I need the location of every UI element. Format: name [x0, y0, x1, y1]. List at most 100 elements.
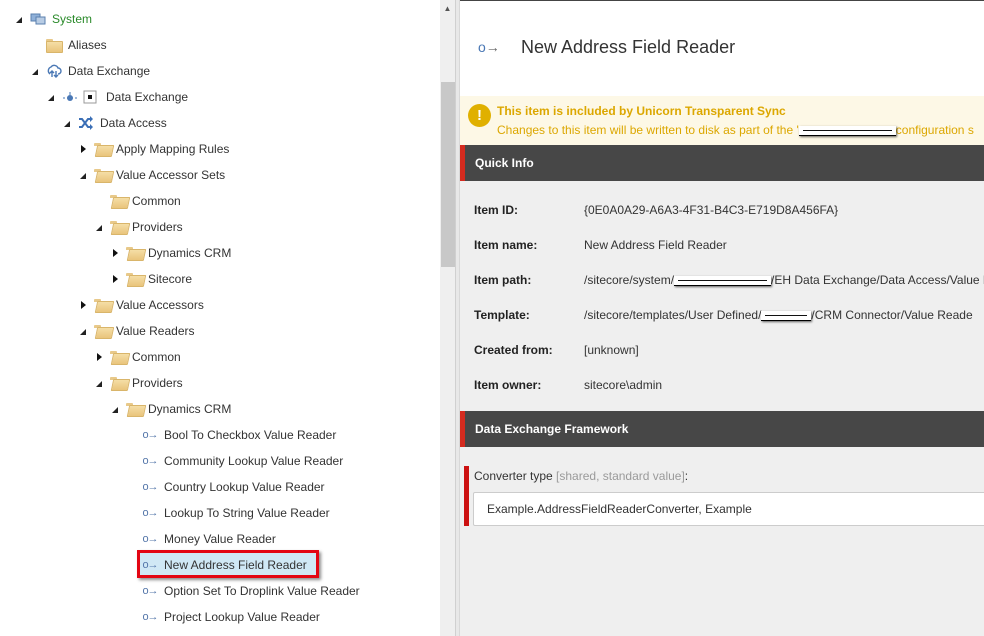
warning-icon: !	[468, 104, 491, 127]
collapse-toggle-icon[interactable]	[94, 222, 104, 232]
collapse-toggle-icon[interactable]	[62, 118, 72, 128]
info-value[interactable]: /sitecore/templates/User Defined//CRM Co…	[584, 308, 973, 322]
unicorn-warning: ! This item is included by Unicorn Trans…	[460, 96, 984, 145]
expand-toggle-icon[interactable]	[78, 144, 88, 154]
tree-node-label[interactable]: Country Lookup Value Reader	[162, 477, 327, 497]
tree-node[interactable]: Providers	[94, 217, 185, 237]
section-title: Quick Info	[475, 156, 534, 170]
tree-node-label[interactable]: Sitecore	[146, 269, 194, 289]
tree-node-label[interactable]: Providers	[130, 373, 185, 393]
expand-toggle-icon[interactable]	[78, 300, 88, 310]
tree-node-label[interactable]: Dynamics CRM	[146, 243, 233, 263]
tree-node[interactable]: o→ Option Set To Droplink Value Reader	[126, 581, 362, 601]
scroll-thumb[interactable]	[441, 82, 455, 267]
tenant-icon	[62, 89, 100, 105]
tree-node[interactable]: Providers	[94, 373, 185, 393]
folder-icon	[110, 193, 126, 209]
tree-node-label[interactable]: Common	[130, 191, 183, 211]
section-title: Data Exchange Framework	[475, 422, 629, 436]
tree-node[interactable]: o→ Bool To Checkbox Value Reader	[126, 425, 338, 445]
tree-node-label[interactable]: Bool To Checkbox Value Reader	[162, 425, 338, 445]
collapse-toggle-icon[interactable]	[78, 170, 88, 180]
tree-node[interactable]: Data Exchange	[46, 87, 190, 107]
tree-node-label[interactable]: Apply Mapping Rules	[114, 139, 231, 159]
tree-node-label[interactable]: System	[50, 9, 94, 29]
tree-node-label[interactable]: Data Exchange	[66, 61, 152, 81]
collapse-toggle-icon[interactable]	[30, 66, 40, 76]
tree-scrollbar[interactable]: ▲	[440, 0, 455, 636]
folder-icon	[110, 375, 126, 391]
tree-node[interactable]: o→ Community Lookup Value Reader	[126, 451, 345, 471]
tree-node[interactable]: System	[14, 9, 94, 29]
tree-node[interactable]: Common	[94, 191, 183, 211]
collapse-toggle-icon[interactable]	[78, 326, 88, 336]
tree-node[interactable]: o→ Lookup To String Value Reader	[126, 503, 332, 523]
tree-node-label[interactable]: Aliases	[66, 35, 109, 55]
folder-icon	[126, 245, 142, 261]
tree-node-label[interactable]: Data Exchange	[104, 87, 190, 107]
folder-icon	[94, 167, 110, 183]
tree-node-label[interactable]: Community Lookup Value Reader	[162, 451, 345, 471]
tree-node-label[interactable]: Common	[130, 347, 183, 367]
info-value: /sitecore/system//EH Data Exchange/Data …	[584, 273, 984, 287]
item-title: New Address Field Reader	[521, 37, 736, 57]
tree-node-label[interactable]: Value Accessor Sets	[114, 165, 227, 185]
field-marker	[464, 466, 469, 526]
tree-node[interactable]: o→ Country Lookup Value Reader	[126, 477, 327, 497]
warning-text: Changes to this item will be written to …	[497, 123, 974, 137]
tree-node[interactable]: o→ Money Value Reader	[126, 529, 278, 549]
tree-node[interactable]: Value Accessors	[78, 295, 206, 315]
value-reader-icon: o→	[142, 455, 158, 467]
dxf-section-header[interactable]: Data Exchange Framework	[460, 411, 984, 447]
tree-node-label[interactable]: Value Accessors	[114, 295, 206, 315]
selection-outline	[137, 550, 319, 578]
info-key: Item path:	[474, 273, 532, 287]
value-reader-icon: o→	[478, 39, 500, 55]
folder-icon	[126, 271, 142, 287]
collapse-toggle-icon[interactable]	[14, 14, 24, 24]
info-key: Item name:	[474, 238, 538, 252]
tree-node-label[interactable]: Data Access	[98, 113, 169, 133]
warning-title: This item is included by Unicorn Transpa…	[497, 104, 786, 118]
converter-type-label: Converter type [shared, standard value]:	[474, 469, 689, 483]
collapse-toggle-icon[interactable]	[46, 92, 56, 102]
collapse-toggle-icon[interactable]	[110, 404, 120, 414]
scroll-up-icon[interactable]: ▲	[440, 0, 455, 16]
tree-node[interactable]: Common	[94, 347, 183, 367]
tree-node-label[interactable]: Project Lookup Value Reader	[162, 607, 322, 627]
folder-icon	[126, 401, 142, 417]
info-value: New Address Field Reader	[584, 238, 727, 252]
tree-node-label[interactable]: Providers	[130, 217, 185, 237]
content-tree: System Aliases Data Exchange Data Exchange D…	[0, 0, 440, 636]
tree-node-label[interactable]: Option Set To Droplink Value Reader	[162, 581, 362, 601]
info-key: Template:	[474, 308, 530, 322]
tree-node[interactable]: Dynamics CRM	[110, 399, 233, 419]
quick-info-header[interactable]: Quick Info	[460, 145, 984, 181]
value-reader-icon: o→	[142, 533, 158, 545]
tree-node[interactable]: Data Exchange	[30, 61, 152, 81]
tree-node[interactable]: Value Readers	[78, 321, 197, 341]
value-reader-icon: o→	[142, 429, 158, 441]
tree-node[interactable]: o→ Project Lookup Value Reader	[126, 607, 322, 627]
expand-toggle-icon[interactable]	[110, 274, 120, 284]
tree-node[interactable]: Aliases	[30, 35, 109, 55]
tree-node[interactable]: Value Accessor Sets	[78, 165, 227, 185]
converter-type-input[interactable]	[473, 492, 984, 526]
tree-node-label[interactable]: Dynamics CRM	[146, 399, 233, 419]
folder-icon	[110, 349, 126, 365]
collapse-toggle-icon[interactable]	[94, 378, 104, 388]
info-value[interactable]: {0E0A0A29-A6A3-4F31-B4C3-E719D8A456FA}	[584, 203, 838, 217]
tree-node[interactable]: Dynamics CRM	[110, 243, 233, 263]
folder-icon	[110, 219, 126, 235]
expand-toggle-icon[interactable]	[94, 352, 104, 362]
tree-node-label[interactable]: Value Readers	[114, 321, 197, 341]
tree-node-label[interactable]: Lookup To String Value Reader	[162, 503, 332, 523]
tree-node[interactable]: Apply Mapping Rules	[78, 139, 231, 159]
tree-node-label[interactable]: Money Value Reader	[162, 529, 278, 549]
system-icon	[30, 11, 46, 27]
tree-node[interactable]: Data Access	[62, 113, 169, 133]
info-value: sitecore\admin	[584, 378, 663, 392]
expand-toggle-icon[interactable]	[110, 248, 120, 258]
tree-node[interactable]: Sitecore	[110, 269, 194, 289]
folder-icon	[46, 37, 63, 53]
